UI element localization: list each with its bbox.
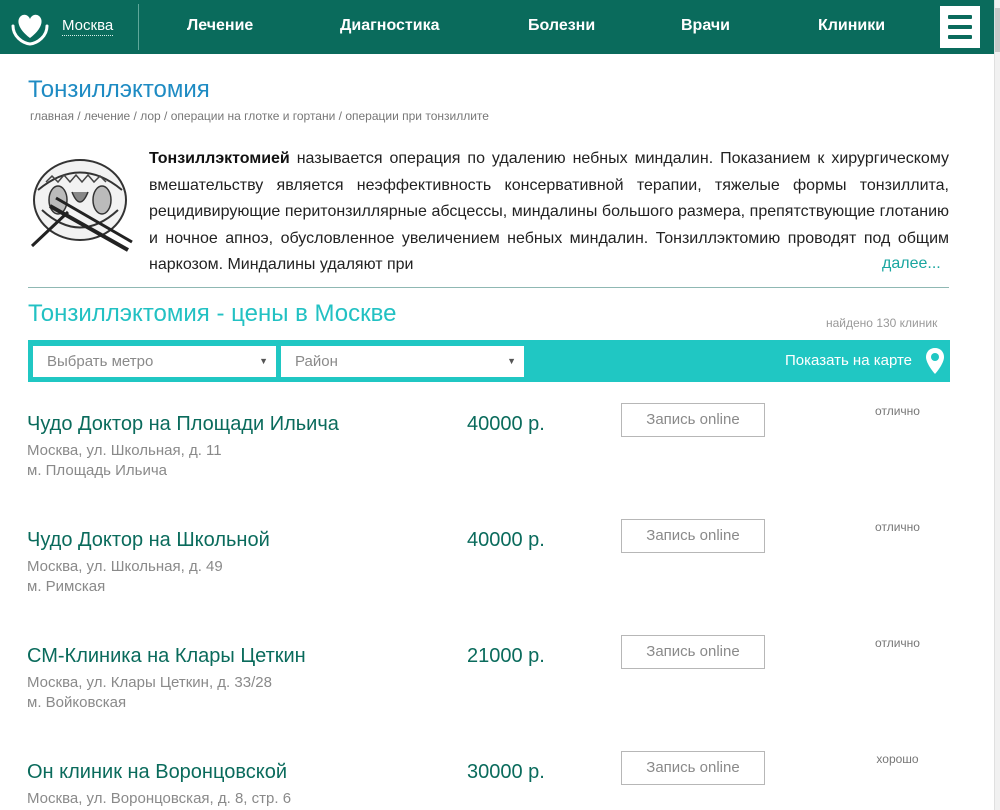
clinic-metro: м. Войковская [27,694,127,711]
clinic-rating: отлично [875,404,920,418]
book-online-button[interactable]: Запись online [621,519,765,553]
breadcrumb: главная / лечение / лор / операции на гл… [30,109,489,123]
intro-term: Тонзиллэктомией [149,150,290,167]
read-more-link[interactable]: далее... [882,255,941,272]
read-more-wrap: далее... [876,253,941,275]
metro-select[interactable]: Выбрать метро ▼ [33,346,276,377]
clinic-address: Москва, ул. Школьная, д. 11 [27,442,222,459]
clinic-name-link[interactable]: Чудо Доктор на Площади Ильича [27,412,339,436]
breadcrumb-home[interactable]: главная [30,109,74,123]
metro-select-label: Выбрать метро [47,353,154,370]
district-select-label: Район [295,353,338,370]
clinic-price: 30000 р. [467,761,545,783]
nav-item-treatment[interactable]: Лечение [187,16,253,36]
header-divider [138,4,139,50]
clinic-row: СМ-Клиника на Клары Цеткин Москва, ул. К… [0,635,1000,760]
clinic-rating: отлично [875,520,920,534]
clinic-name-link[interactable]: Чудо Доктор на Школьной [27,528,270,552]
page-title: Тонзиллэктомия [28,76,210,103]
top-navigation-bar: Москва Лечение Диагностика Болезни Врачи… [0,0,1000,54]
clinics-found-count: найдено 130 клиник [826,316,938,330]
divider [28,287,949,288]
clinic-price: 40000 р. [467,413,545,435]
nav-item-diagnostics[interactable]: Диагностика [340,16,440,36]
chevron-down-icon: ▼ [259,356,268,366]
heart-hands-logo-icon[interactable] [8,6,52,48]
tonsillectomy-illustration [30,159,133,252]
prices-title: Тонзиллэктомия - цены в Москве [28,300,397,327]
clinic-rating: отлично [875,636,920,650]
clinic-address: Москва, ул. Воронцовская, д. 8, стр. 6 [27,790,292,807]
clinic-row: Чудо Доктор на Площади Ильича Москва, ул… [0,403,1000,528]
clinic-price: 40000 р. [467,529,545,551]
map-pin-icon[interactable] [925,347,945,375]
text-fade [770,252,880,280]
nav-item-diseases[interactable]: Болезни [528,16,595,36]
city-selector[interactable]: Москва [62,16,114,36]
hamburger-menu-icon[interactable] [940,6,980,48]
filter-bar: Выбрать метро ▼ Район ▼ Показать на карт… [28,340,950,382]
book-online-button[interactable]: Запись online [621,751,765,785]
breadcrumb-treatment[interactable]: лечение [84,109,130,123]
book-online-button[interactable]: Запись online [621,635,765,669]
chevron-down-icon: ▼ [507,356,516,366]
clinic-address: Москва, ул. Клары Цеткин, д. 33/28 [27,674,272,691]
nav-item-doctors[interactable]: Врачи [681,16,730,36]
scrollbar-thumb[interactable] [995,8,1000,52]
clinic-metro: м. Римская [27,578,106,595]
breadcrumb-tonsillitis-surgery[interactable]: операции при тонзиллите [345,109,489,123]
clinic-name-link[interactable]: СМ-Клиника на Клары Цеткин [27,644,306,668]
clinic-price: 21000 р. [467,645,545,667]
show-on-map-link[interactable]: Показать на карте [785,351,912,371]
breadcrumb-ent[interactable]: лор [140,109,160,123]
book-online-button[interactable]: Запись online [621,403,765,437]
clinic-row: Чудо Доктор на Школьной Москва, ул. Школ… [0,519,1000,644]
clinic-name-link[interactable]: Он клиник на Воронцовской [27,760,287,784]
nav-item-clinics[interactable]: Клиники [818,16,885,36]
clinic-metro: м. Площадь Ильича [27,462,167,479]
district-select[interactable]: Район ▼ [281,346,524,377]
breadcrumb-throat-surgery[interactable]: операции на глотке и гортани [171,109,336,123]
clinic-row: Он клиник на Воронцовской Москва, ул. Во… [0,751,1000,810]
clinic-address: Москва, ул. Школьная, д. 49 [27,558,223,575]
clinic-rating: хорошо [876,752,919,766]
